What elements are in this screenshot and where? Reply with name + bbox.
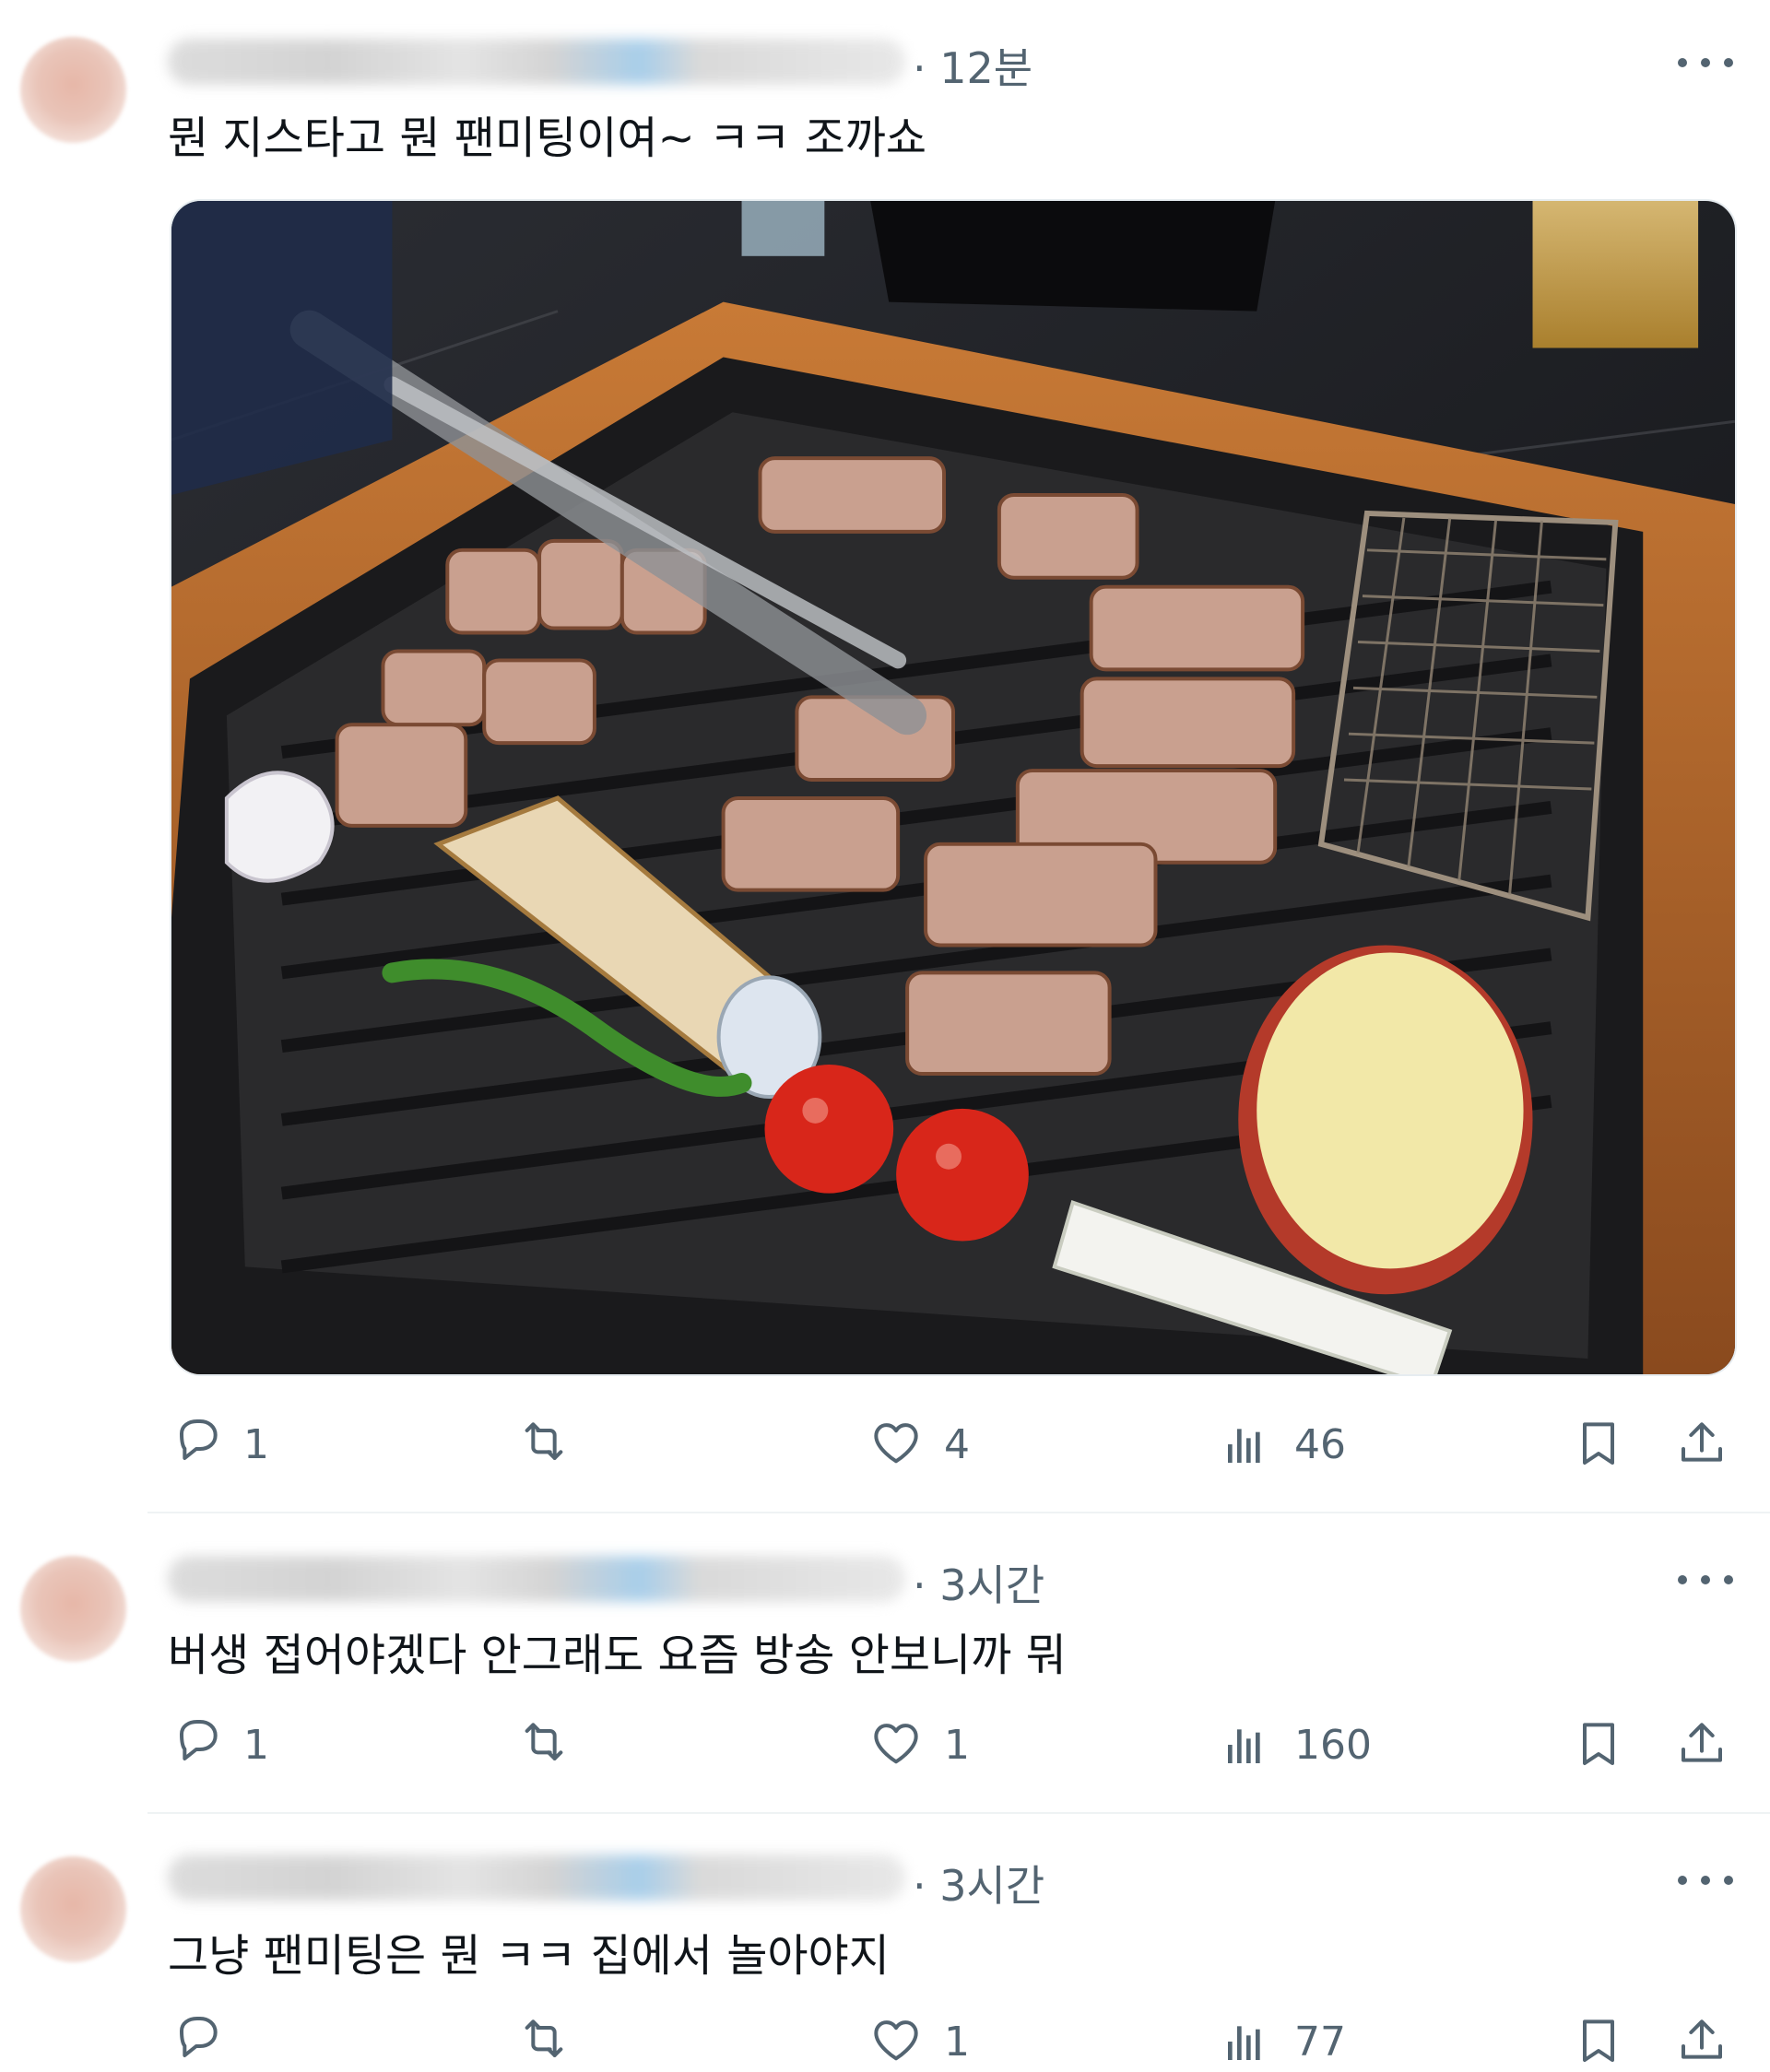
bookmark-button[interactable] — [1571, 2009, 1626, 2072]
heart-icon — [874, 2020, 918, 2061]
post-text: 그냥 팬미팅은 뭔 ㅋㅋ 집에서 놀아야지 — [168, 1930, 890, 1982]
share-icon — [1682, 2019, 1722, 2059]
reply-count: 1 — [243, 1721, 269, 1769]
reply-button[interactable] — [168, 2009, 243, 2072]
post-timestamp[interactable]: · 3시간 — [913, 1853, 1044, 1913]
repost-button[interactable] — [516, 2009, 572, 2072]
post[interactable]: · 12분 뭔 지스타고 뭔 팬미팅이여~ ㅋㅋ 조까쇼 1 4 46 — [0, 0, 1770, 1512]
like-button[interactable]: 4 — [868, 1412, 970, 1477]
reply-button[interactable]: 1 — [168, 1713, 269, 1777]
bookmark-icon — [1583, 1422, 1614, 1465]
post-text: 버생 접어야겠다 안그래도 요즘 방송 안보니까 뭐 — [168, 1630, 1067, 1681]
avatar[interactable] — [20, 1556, 126, 1662]
view-count: 160 — [1294, 1721, 1372, 1769]
reply-icon — [180, 1720, 218, 1760]
repost-icon — [525, 1723, 563, 1760]
bookmark-button[interactable] — [1571, 1713, 1626, 1777]
repost-button[interactable] — [516, 1412, 572, 1477]
view-count: 46 — [1294, 1420, 1346, 1468]
share-button[interactable] — [1674, 1412, 1729, 1477]
like-button[interactable]: 1 — [868, 1713, 970, 1777]
post[interactable]: · 3시간 버생 접어야겠다 안그래도 요즘 방송 안보니까 뭐 1 1 160 — [0, 1513, 1770, 1814]
post-timestamp[interactable]: · 12분 — [913, 35, 1032, 96]
blurred-username[interactable] — [168, 1556, 905, 1602]
more-icon[interactable] — [1678, 1862, 1733, 1899]
post-actions: 1 1 160 — [168, 1713, 1753, 1777]
avatar[interactable] — [20, 1856, 126, 1962]
repost-icon — [525, 2019, 563, 2057]
blurred-username[interactable] — [168, 1854, 905, 1901]
like-button[interactable]: 1 — [868, 2009, 970, 2072]
share-icon — [1682, 1422, 1722, 1462]
post-actions: 1 4 46 — [168, 1412, 1753, 1477]
reply-count: 1 — [243, 1420, 269, 1468]
views-icon — [1228, 2026, 1260, 2060]
views-button[interactable]: 46 — [1219, 1412, 1346, 1477]
views-button[interactable]: 77 — [1219, 2009, 1346, 2072]
heart-icon — [874, 1423, 918, 1464]
view-count: 77 — [1294, 2018, 1346, 2066]
post-timestamp[interactable]: · 3시간 — [913, 1552, 1044, 1613]
bookmark-button[interactable] — [1571, 1412, 1626, 1477]
post-text: 뭔 지스타고 뭔 팬미팅이여~ ㅋㅋ 조까쇼 — [168, 112, 927, 164]
like-count: 1 — [944, 1721, 970, 1769]
post[interactable]: · 3시간 그냥 팬미팅은 뭔 ㅋㅋ 집에서 놀아야지 1 77 — [0, 1814, 1770, 2072]
views-icon — [1228, 1729, 1260, 1763]
avatar[interactable] — [20, 37, 126, 143]
post-photo[interactable] — [170, 199, 1737, 1376]
share-button[interactable] — [1674, 2009, 1729, 2072]
repost-icon — [525, 1422, 563, 1460]
blurred-username[interactable] — [168, 39, 905, 85]
share-icon — [1682, 1723, 1722, 1762]
views-button[interactable]: 160 — [1219, 1713, 1372, 1777]
share-button[interactable] — [1674, 1713, 1729, 1777]
bookmark-icon — [1583, 1723, 1614, 1765]
reply-icon — [180, 1419, 218, 1460]
heart-icon — [874, 1724, 918, 1764]
views-icon — [1228, 1429, 1260, 1463]
bookmark-icon — [1583, 2019, 1614, 2062]
grill-photo-illustration — [171, 201, 1735, 1374]
like-count: 4 — [944, 1420, 970, 1468]
reply-button[interactable]: 1 — [168, 1412, 269, 1477]
reply-icon — [180, 2017, 218, 2057]
more-icon[interactable] — [1678, 1561, 1733, 1598]
more-icon[interactable] — [1678, 44, 1733, 81]
repost-button[interactable] — [516, 1713, 572, 1777]
like-count: 1 — [944, 2018, 970, 2066]
post-actions: 1 77 — [168, 2009, 1753, 2072]
